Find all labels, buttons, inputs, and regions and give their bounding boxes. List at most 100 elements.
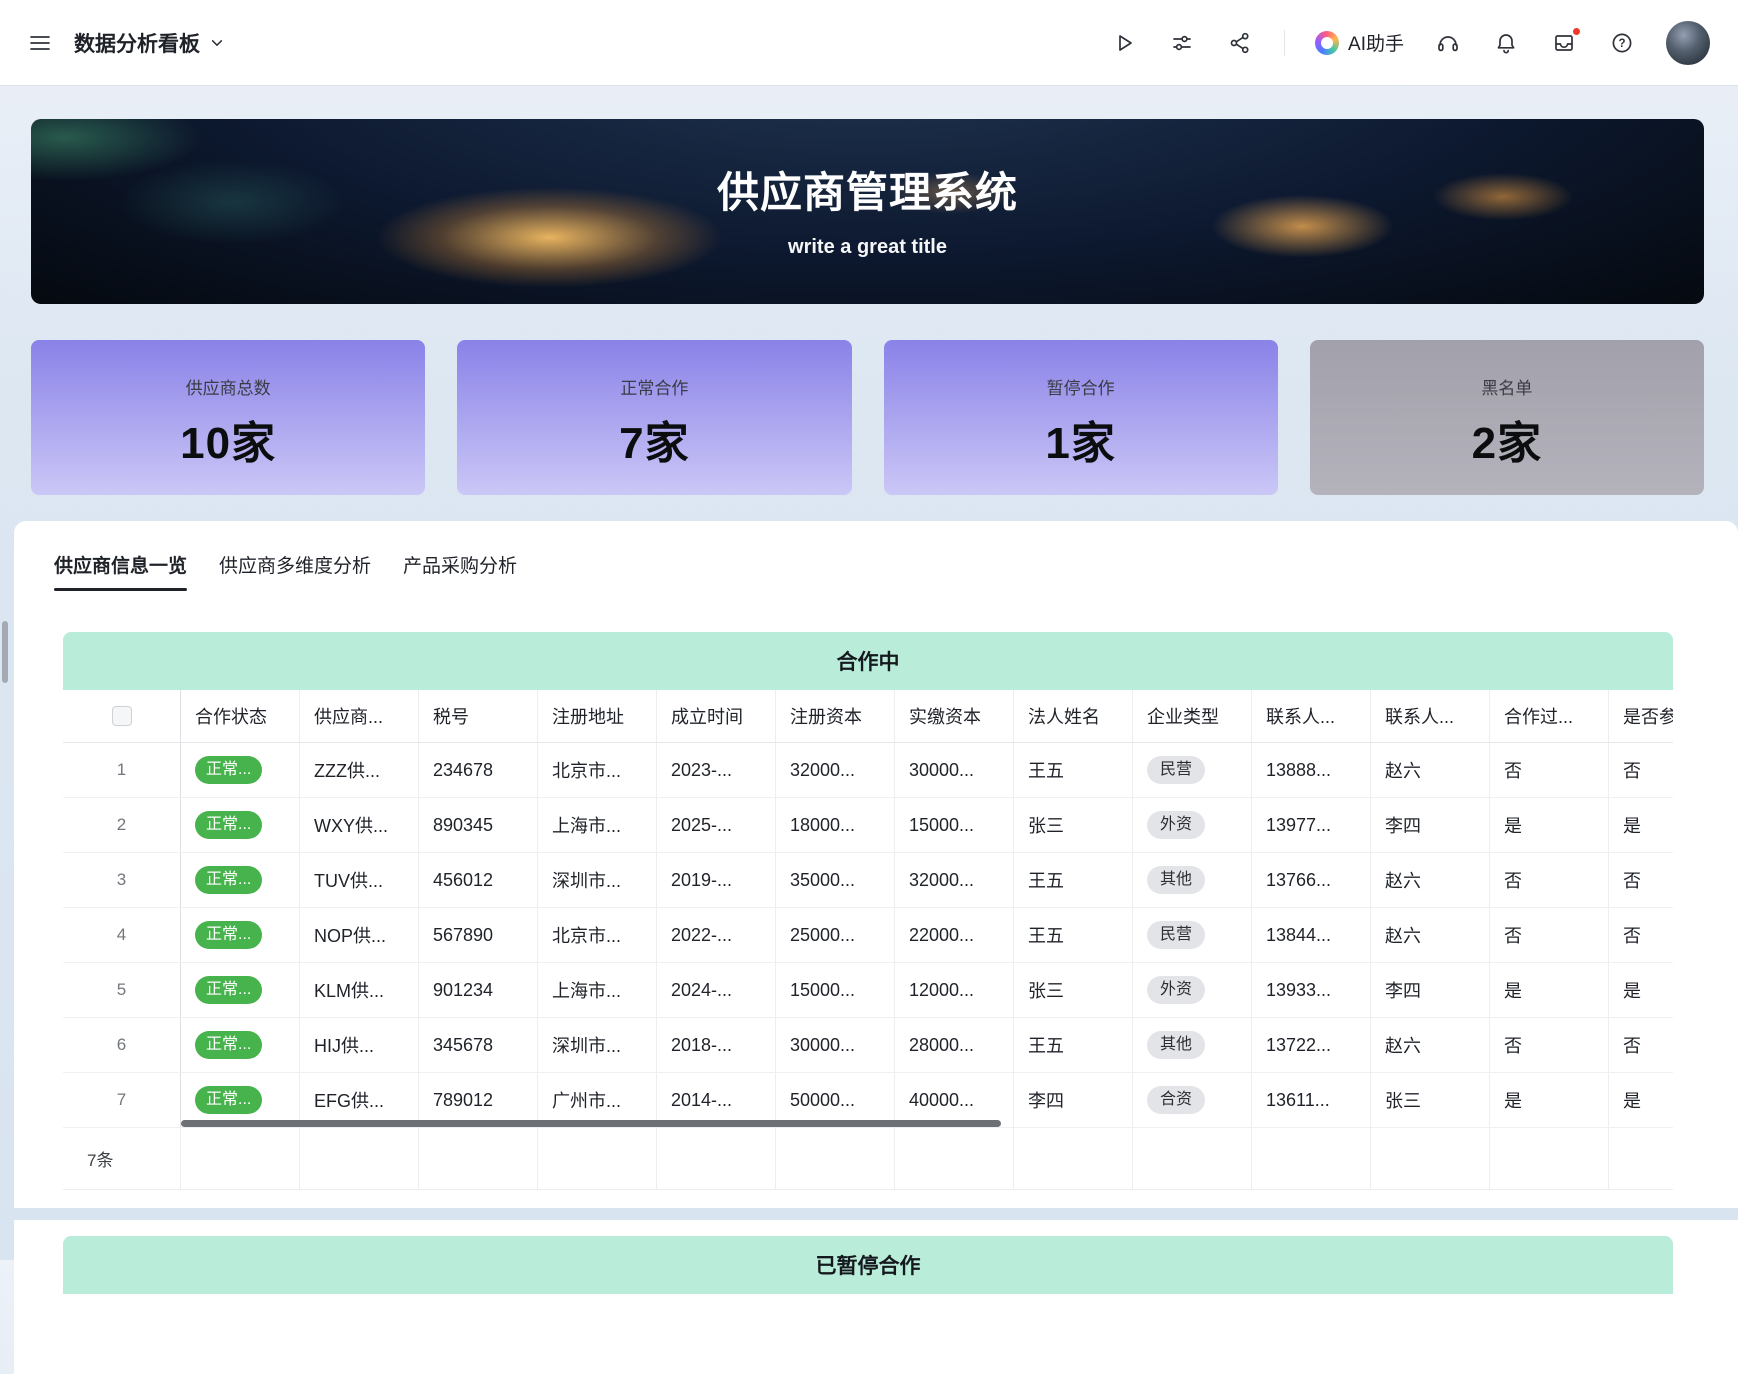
column-header[interactable]: 注册资本 [776, 690, 895, 742]
table-inner: 合作状态供应商...税号注册地址成立时间注册资本实缴资本法人姓名企业类型联系人.… [63, 690, 1673, 1128]
paused-section-panel: 已暂停合作 [14, 1220, 1738, 1374]
column-header[interactable]: 是否参 [1609, 690, 1673, 742]
cell-paid_capital: 32000... [895, 853, 1014, 907]
tab-2[interactable]: 供应商多维度分析 [219, 551, 371, 591]
stat-card-1[interactable]: 供应商总数10家 [31, 340, 425, 495]
cell-legal_person: 张三 [1014, 963, 1133, 1017]
row-index: 2 [63, 798, 181, 852]
column-header[interactable]: 供应商... [300, 690, 419, 742]
avatar[interactable] [1666, 21, 1710, 65]
cell-reg_capital: 30000... [776, 1018, 895, 1072]
cell-reg_capital: 18000... [776, 798, 895, 852]
cell-tax_id: 456012 [419, 853, 538, 907]
column-header[interactable]: 联系人... [1371, 690, 1490, 742]
status-badge: 正常... [195, 866, 262, 894]
cell-participating: 是 [1609, 963, 1673, 1017]
topbar-actions: AI助手 ? [1110, 21, 1710, 65]
cell-legal_person: 张三 [1014, 798, 1133, 852]
footer-cell [181, 1128, 300, 1189]
cell-tax_id: 345678 [419, 1018, 538, 1072]
status-badge: 正常... [195, 756, 262, 784]
cell-founded: 2018-... [657, 1018, 776, 1072]
record-count: 7条 [63, 1128, 181, 1189]
svg-text:?: ? [1618, 38, 1625, 50]
cell-participating: 否 [1609, 1018, 1673, 1072]
tune-icon[interactable] [1168, 29, 1196, 57]
headset-icon[interactable] [1434, 29, 1462, 57]
status-badge: 正常... [195, 1031, 262, 1059]
tab-3[interactable]: 产品采购分析 [403, 551, 517, 591]
stat-label: 正常合作 [457, 374, 851, 399]
column-header[interactable]: 联系人... [1252, 690, 1371, 742]
status-badge: 正常... [195, 976, 262, 1004]
cell-paid_capital: 30000... [895, 743, 1014, 797]
play-icon[interactable] [1110, 29, 1138, 57]
cell-participating: 是 [1609, 798, 1673, 852]
column-header[interactable]: 企业类型 [1133, 690, 1252, 742]
page-vertical-scrollbar[interactable] [2, 621, 8, 683]
cell-coop_history: 否 [1490, 853, 1609, 907]
cell-tax_id: 901234 [419, 963, 538, 1017]
cell-founded: 2025-... [657, 798, 776, 852]
cell-coop_history: 是 [1490, 798, 1609, 852]
page-title: 数据分析看板 [74, 28, 200, 58]
dashboard-title-dropdown[interactable]: 数据分析看板 [74, 28, 225, 58]
hero-subtitle[interactable]: write a great title [31, 236, 1704, 259]
table-footer-row: 7条 [63, 1128, 1673, 1190]
cell-status: 正常... [181, 963, 300, 1017]
cell-tax_id: 234678 [419, 743, 538, 797]
cell-founded: 2022-... [657, 908, 776, 962]
column-header[interactable]: 成立时间 [657, 690, 776, 742]
column-header[interactable]: 合作过... [1490, 690, 1609, 742]
dashboard-panel: 供应商信息一览供应商多维度分析产品采购分析 合作中 合作状态供应商...税号注册… [14, 521, 1738, 1208]
table-row[interactable]: 2正常...WXY供...890345上海市...2025-...18000..… [63, 798, 1673, 853]
stat-card-4[interactable]: 黑名单2家 [1310, 340, 1704, 495]
cell-address: 深圳市... [538, 853, 657, 907]
share-icon[interactable] [1226, 29, 1254, 57]
cell-contact_phone: 13933... [1252, 963, 1371, 1017]
menu-icon[interactable] [26, 29, 54, 57]
cell-reg_capital: 25000... [776, 908, 895, 962]
paused-table-block: 已暂停合作 [63, 1236, 1673, 1294]
footer-cell [895, 1128, 1014, 1189]
inbox-icon[interactable] [1550, 29, 1578, 57]
cell-contact_name: 赵六 [1371, 908, 1490, 962]
horizontal-scrollbar[interactable] [181, 1120, 1001, 1127]
row-index: 7 [63, 1073, 181, 1127]
cell-company_type: 民营 [1133, 743, 1252, 797]
company-type-badge: 外资 [1147, 976, 1205, 1004]
footer-cell [1609, 1128, 1673, 1189]
select-all-checkbox[interactable] [112, 706, 132, 726]
column-header[interactable]: 法人姓名 [1014, 690, 1133, 742]
table-row[interactable]: 4正常...NOP供...567890北京市...2022-...25000..… [63, 908, 1673, 963]
cell-paid_capital: 12000... [895, 963, 1014, 1017]
column-header[interactable]: 注册地址 [538, 690, 657, 742]
stat-card-3[interactable]: 暂停合作1家 [884, 340, 1278, 495]
cell-coop_history: 是 [1490, 963, 1609, 1017]
table-row[interactable]: 1正常...ZZZ供...234678北京市...2023-...32000..… [63, 743, 1673, 798]
cell-contact_phone: 13844... [1252, 908, 1371, 962]
table-row[interactable]: 5正常...KLM供...901234上海市...2024-...15000..… [63, 963, 1673, 1018]
stat-card-2[interactable]: 正常合作7家 [457, 340, 851, 495]
ai-assistant-button[interactable]: AI助手 [1315, 29, 1404, 56]
bell-icon[interactable] [1492, 29, 1520, 57]
cell-paid_capital: 15000... [895, 798, 1014, 852]
tab-1[interactable]: 供应商信息一览 [54, 551, 187, 591]
table-row[interactable]: 3正常...TUV供...456012深圳市...2019-...35000..… [63, 853, 1673, 908]
cell-company_type: 外资 [1133, 798, 1252, 852]
help-icon[interactable]: ? [1608, 29, 1636, 57]
cell-address: 北京市... [538, 908, 657, 962]
table-row[interactable]: 6正常...HIJ供...345678深圳市...2018-...30000..… [63, 1018, 1673, 1073]
group-title: 合作中 [837, 646, 900, 676]
cell-founded: 2019-... [657, 853, 776, 907]
column-header[interactable]: 实缴资本 [895, 690, 1014, 742]
column-header[interactable]: 合作状态 [181, 690, 300, 742]
footer-cell [776, 1128, 895, 1189]
cell-tax_id: 890345 [419, 798, 538, 852]
column-header[interactable]: 税号 [419, 690, 538, 742]
footer-cell [1133, 1128, 1252, 1189]
cell-supplier: HIJ供... [300, 1018, 419, 1072]
cell-founded: 2023-... [657, 743, 776, 797]
cell-reg_capital: 50000... [776, 1073, 895, 1127]
cell-company_type: 民营 [1133, 908, 1252, 962]
